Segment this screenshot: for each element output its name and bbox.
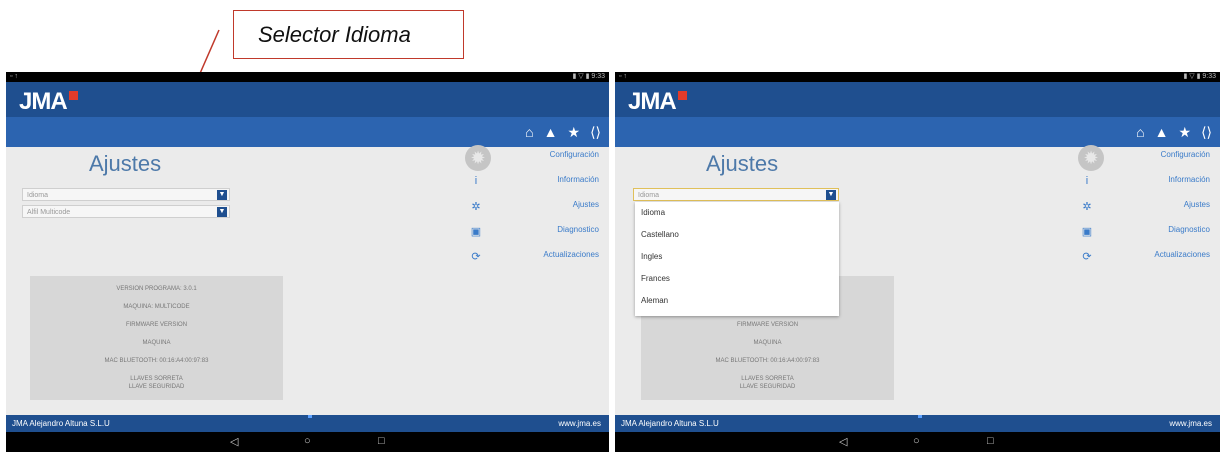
info-line: MAQUINA: MULTICODE [123,304,190,310]
home-icon[interactable]: ⌂ [525,123,533,141]
company-name: JMA Alejandro Altuna S.L.U [621,419,719,428]
sidebar-item-diagnostico[interactable]: ▣ Diagnostico [1072,222,1220,244]
bluetooth-icon[interactable]: ⟨⟩ [590,123,601,141]
language-select-value: Idioma [638,192,660,199]
dropdown-option[interactable]: Aleman [635,290,839,312]
user-icon[interactable]: ▲ [1155,123,1169,141]
refresh-icon: ⟳ [1082,251,1092,263]
main-content: Ajustes Idioma ▼ FIRMWARE VERSION MAQUIN… [615,145,1220,415]
machine-select[interactable]: Alfil Multicode ▼ [22,205,230,218]
dropdown-option[interactable]: Frances [635,268,839,290]
settings-icon: ✲ [471,201,481,213]
tablet-screen-right: ▫ ↑ ▮ ▽ ▮ 9:33 JMA ⌂ ▲ ★ ⟨⟩ Ajustes Idio… [615,72,1220,452]
version-info-box: VERSION PROGRAMA: 3.0.1 MAQUINA: MULTICO… [30,276,283,400]
info-line: LLAVE SEGURIDAD [739,384,796,390]
footer-indicator [917,415,922,418]
sidebar-item-diagnostico[interactable]: ▣ Diagnostico [461,222,609,244]
website-link[interactable]: www.jma.es [558,415,601,432]
dropdown-option[interactable]: Ingles [635,246,839,268]
sidebar-menu: Configuración i Información ✲ Ajustes ▣ … [461,147,609,277]
info-line: MAQUINA [753,340,782,346]
sidebar-item-ajustes[interactable]: ✲ Ajustes [461,197,609,219]
home-button[interactable]: ○ [913,435,920,447]
info-line: LLAVES SORRETA [741,376,794,382]
info-icon: i [1085,175,1089,187]
dropdown-option[interactable]: Castellano [635,224,839,246]
info-line: FIRMWARE VERSION [736,322,799,328]
language-select-value: Idioma [27,192,49,199]
recent-apps-button[interactable]: □ [378,435,385,447]
settings-icon: ✲ [1082,201,1092,213]
diagnostic-icon: ▣ [1081,226,1093,238]
home-button[interactable]: ○ [304,435,311,447]
sidebar-item-configuracion[interactable]: Configuración [1072,147,1220,169]
language-dropdown-menu: Idioma Castellano Ingles Frances Aleman [635,202,839,316]
brand-bar: JMA [615,82,1220,117]
callout-label: Selector Idioma [258,21,411,47]
dropdown-option[interactable]: Idioma [635,202,839,224]
top-toolbar: ⌂ ▲ ★ ⟨⟩ [615,117,1220,147]
info-line: FIRMWARE VERSION [125,322,188,328]
info-line: MAC BLUETOOTH: 00:16:A4:00:97:83 [715,358,820,364]
info-line: VERSION PROGRAMA: 3.0.1 [116,286,197,292]
sidebar-item-configuracion[interactable]: Configuración [461,147,609,169]
sidebar-item-informacion[interactable]: i Información [461,172,609,194]
sidebar-item-actualizaciones[interactable]: ⟳ Actualizaciones [461,247,609,269]
info-line: LLAVES SORRETA [130,376,183,382]
brand-bar: JMA [6,82,609,117]
info-line: MAC BLUETOOTH: 00:16:A4:00:97:83 [104,358,209,364]
machine-select-value: Alfil Multicode [27,209,71,216]
jma-logo: JMA [19,88,78,116]
refresh-icon: ⟳ [471,251,481,263]
tablet-screen-left: ▫ ↑ ▮ ▽ ▮ 9:33 JMA ⌂ ▲ ★ ⟨⟩ Ajustes Idio… [6,72,609,452]
star-icon[interactable]: ★ [568,123,581,141]
diagnostic-icon: ▣ [470,226,482,238]
dropdown-arrow-icon[interactable]: ▼ [826,190,836,200]
language-select[interactable]: Idioma ▼ [22,188,230,201]
dropdown-arrow-icon[interactable]: ▼ [217,190,227,200]
user-icon[interactable]: ▲ [544,123,558,141]
status-bar: ▫ ↑ ▮ ▽ ▮ 9:33 [615,72,1220,82]
home-icon[interactable]: ⌂ [1136,123,1144,141]
info-line: LLAVE SEGURIDAD [128,384,185,390]
sidebar-item-ajustes[interactable]: ✲ Ajustes [1072,197,1220,219]
status-bar: ▫ ↑ ▮ ▽ ▮ 9:33 [6,72,609,82]
sidebar-item-actualizaciones[interactable]: ⟳ Actualizaciones [1072,247,1220,269]
top-toolbar: ⌂ ▲ ★ ⟨⟩ [6,117,609,147]
footer-indicator [307,415,312,418]
language-select[interactable]: Idioma ▼ [633,188,839,201]
star-icon[interactable]: ★ [1179,123,1192,141]
selector-idioma-callout: Selector Idioma [233,10,464,59]
footer-bar: JMA Alejandro Altuna S.L.U www.jma.es [6,415,609,432]
info-line: MAQUINA [142,340,171,346]
sidebar-item-informacion[interactable]: i Información [1072,172,1220,194]
dropdown-arrow-icon[interactable]: ▼ [217,207,227,217]
back-button[interactable]: ◁ [230,435,238,448]
page-title: Ajustes [89,151,162,176]
back-button[interactable]: ◁ [839,435,847,448]
android-nav-bar: ◁ ○ □ [6,432,609,452]
main-content: Ajustes Idioma ▼ Alfil Multicode ▼ VERSI… [6,145,609,415]
bluetooth-icon[interactable]: ⟨⟩ [1201,123,1212,141]
sidebar-menu: Configuración i Información ✲ Ajustes ▣ … [1072,147,1220,277]
android-nav-bar: ◁ ○ □ [615,432,1220,452]
recent-apps-button[interactable]: □ [987,435,994,447]
page-title: Ajustes [706,151,779,176]
website-link[interactable]: www.jma.es [1169,415,1212,432]
company-name: JMA Alejandro Altuna S.L.U [12,419,110,428]
info-icon: i [474,175,478,187]
footer-bar: JMA Alejandro Altuna S.L.U www.jma.es [615,415,1220,432]
jma-logo: JMA [628,88,687,116]
